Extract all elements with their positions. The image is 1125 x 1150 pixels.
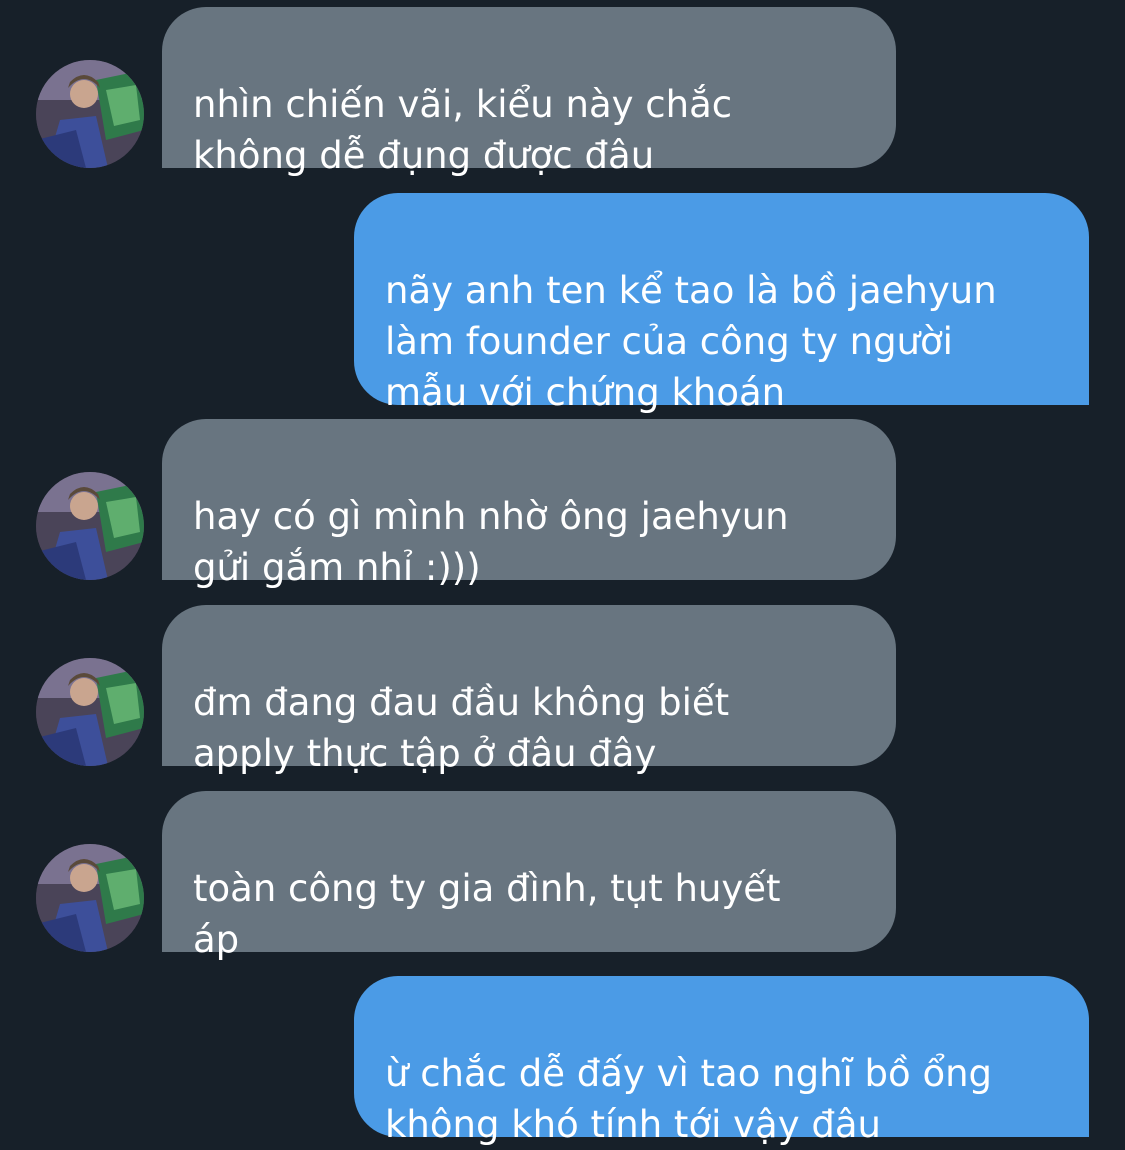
contact-photo-icon	[36, 844, 144, 952]
outgoing-message-bubble[interactable]: nãy anh ten kể tao là bồ jaehyun làm fou…	[354, 193, 1089, 414]
incoming-message-bubble[interactable]: hay có gì mình nhờ ông jaehyun gửi gắm n…	[162, 419, 896, 589]
contact-photo-icon	[36, 60, 144, 168]
incoming-message-bubble[interactable]: đm đang đau đầu không biết apply thực tậ…	[162, 605, 896, 775]
outgoing-message-bubble[interactable]: ừ chắc dễ đấy vì tao nghĩ bồ ổng không k…	[354, 976, 1089, 1146]
contact-photo-icon	[36, 472, 144, 580]
chat-thread: nhìn chiến vãi, kiểu này chắc không dễ đ…	[0, 0, 1125, 1150]
message-text: đm đang đau đầu không biết apply thực tậ…	[193, 681, 730, 775]
incoming-message-bubble[interactable]: toàn công ty gia đình, tụt huyết áp	[162, 791, 896, 961]
contact-photo-icon	[36, 658, 144, 766]
message-text: nãy anh ten kể tao là bồ jaehyun làm fou…	[385, 269, 997, 414]
message-text: ừ chắc dễ đấy vì tao nghĩ bồ ổng không k…	[385, 1052, 993, 1146]
incoming-message-bubble[interactable]: nhìn chiến vãi, kiểu này chắc không dễ đ…	[162, 7, 896, 177]
message-text: toàn công ty gia đình, tụt huyết áp	[193, 867, 781, 961]
contact-avatar[interactable]	[36, 60, 144, 168]
contact-avatar[interactable]	[36, 658, 144, 766]
contact-avatar[interactable]	[36, 472, 144, 580]
message-text: hay có gì mình nhờ ông jaehyun gửi gắm n…	[193, 495, 789, 589]
contact-avatar[interactable]	[36, 844, 144, 952]
message-text: nhìn chiến vãi, kiểu này chắc không dễ đ…	[193, 83, 733, 177]
